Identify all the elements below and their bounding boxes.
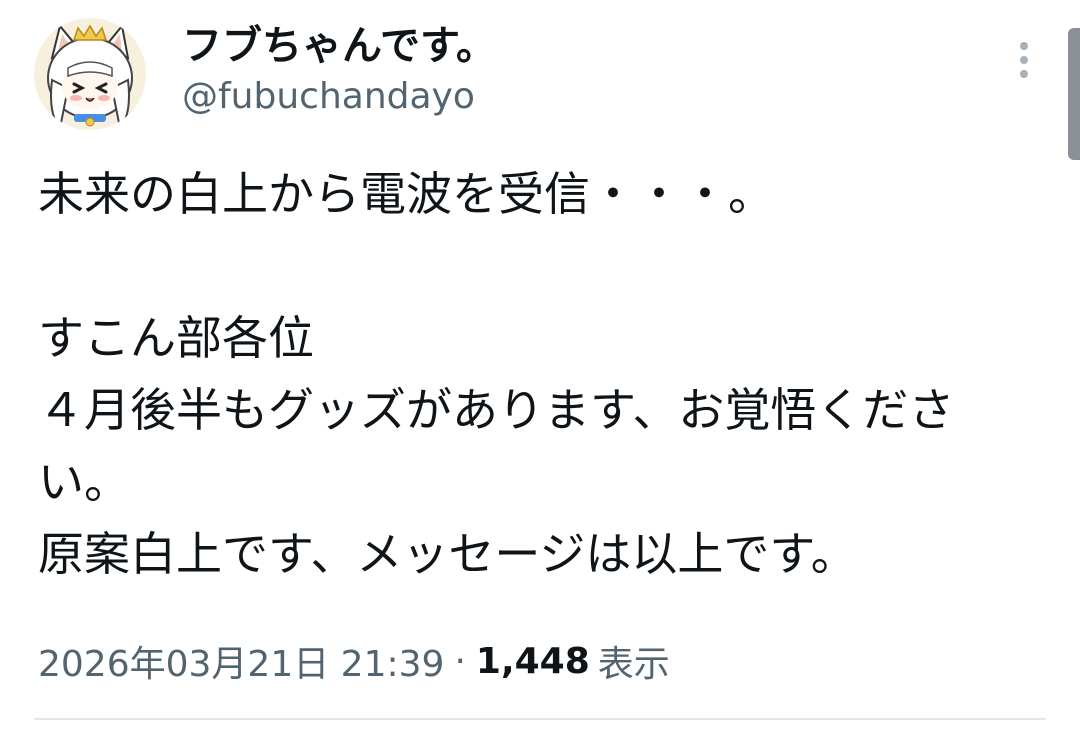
more-options-button[interactable] [1004, 36, 1044, 84]
tweet-text: 未来の白上から電波を受信・・・。 すこん部各位 ４月後半もグッズがあります、お覚… [38, 167, 955, 581]
tweet-detail: フブちゃんです。 @fubuchandayo 未来の白上から電波を受信・・・。 … [0, 0, 1080, 733]
tweet-meta: 2026年03月21日 21:39 · 1,448 表示 [38, 634, 670, 688]
fox-girl-avatar-icon [34, 18, 146, 130]
meta-separator: · [454, 640, 466, 682]
views-count: 1,448 [475, 640, 590, 682]
divider [34, 718, 1046, 720]
tweet-timestamp[interactable]: 2026年03月21日 21:39 [38, 635, 444, 687]
author-display-name[interactable]: フブちゃんです。 [182, 20, 496, 72]
author-handle[interactable]: @fubuchandayo [182, 74, 475, 120]
scrollbar[interactable] [1068, 28, 1080, 160]
views-label: 表示 [597, 644, 670, 685]
vertical-ellipsis-icon [1020, 42, 1028, 78]
avatar[interactable] [34, 18, 146, 130]
